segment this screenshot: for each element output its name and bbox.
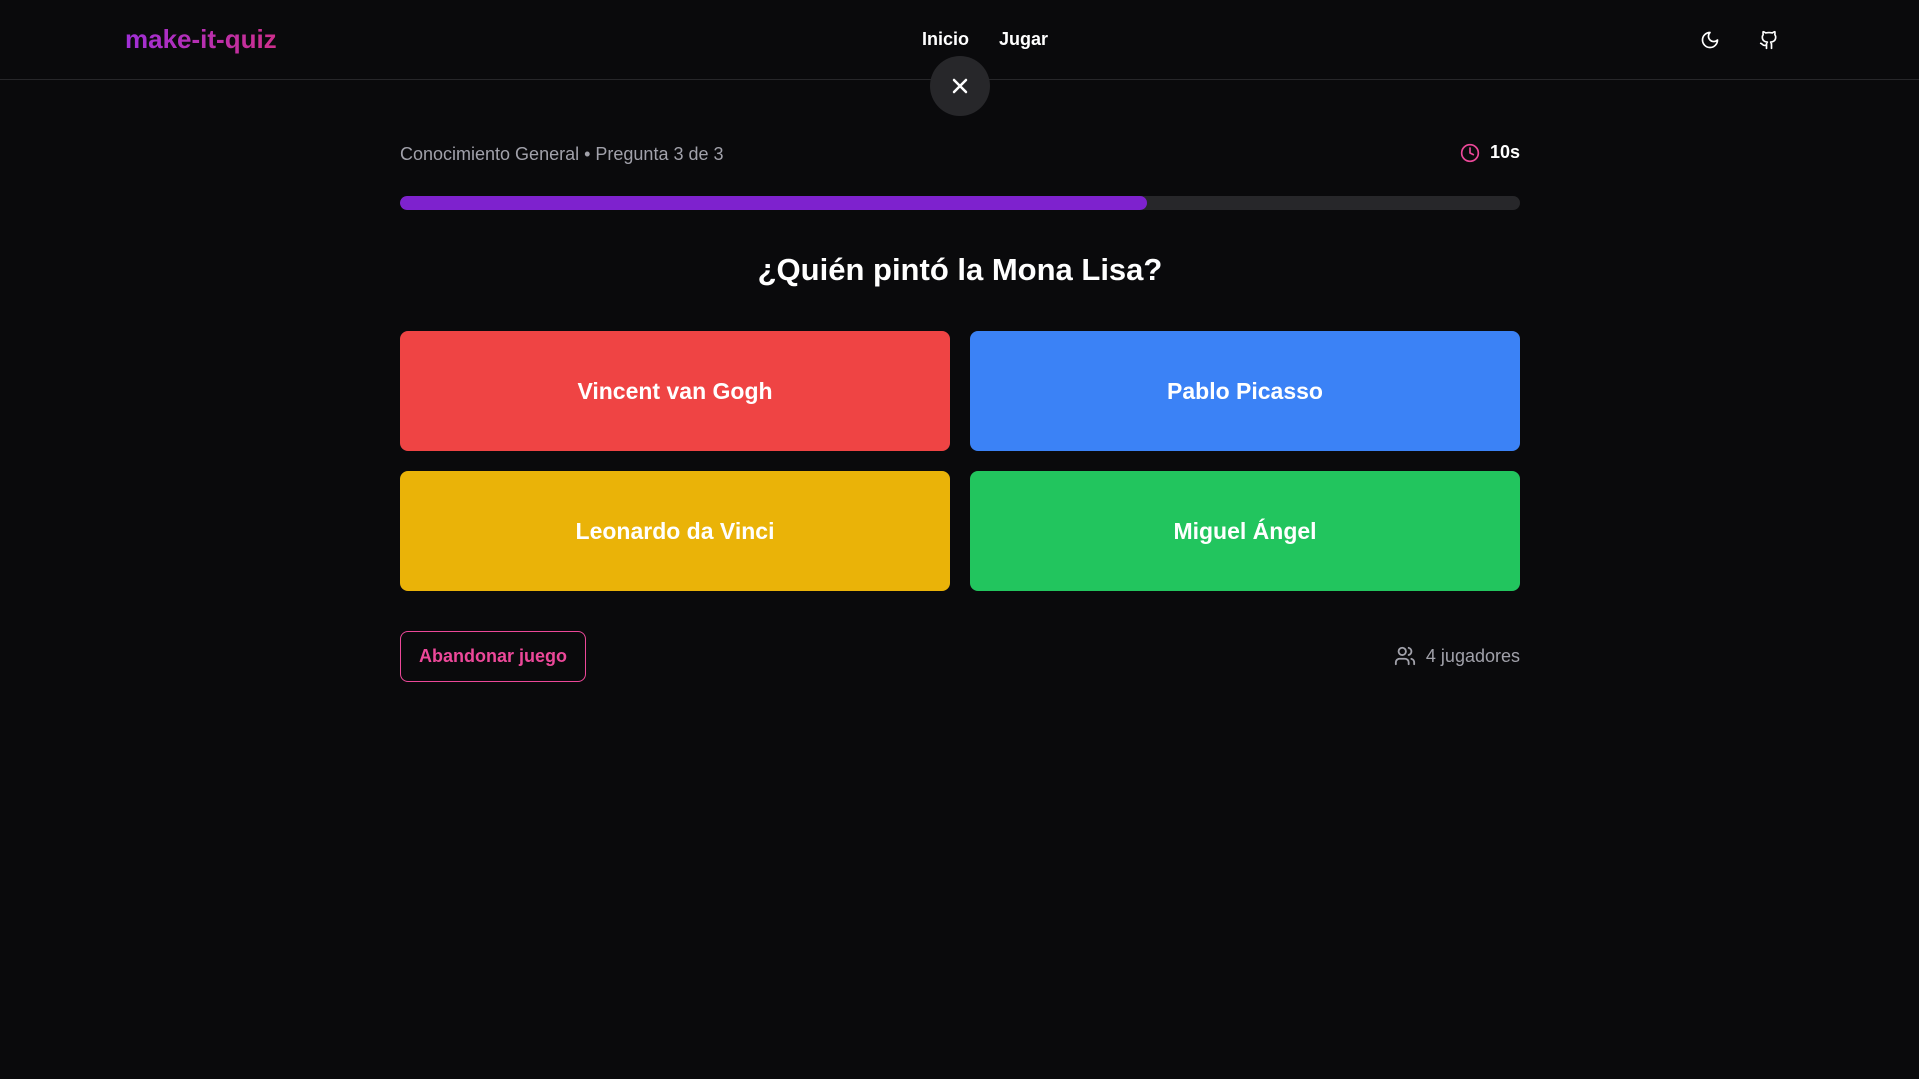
quiz-meta: Conocimiento General • Pregunta 3 de 3 (400, 144, 724, 164)
answer-option-2[interactable]: Pablo Picasso (970, 331, 1520, 451)
answer-option-4[interactable]: Miguel Ángel (970, 471, 1520, 591)
github-link[interactable] (1755, 26, 1783, 54)
leave-game-button[interactable]: Abandonar juego (400, 631, 586, 682)
close-icon (952, 78, 968, 94)
players-count: 4 jugadores (1394, 645, 1520, 667)
timer: 10s (1460, 142, 1520, 163)
close-quiz-button[interactable] (930, 56, 990, 116)
moon-icon (1701, 31, 1719, 49)
players-label: 4 jugadores (1425, 645, 1520, 666)
answer-option-1[interactable]: Vincent van Gogh (400, 331, 950, 451)
timer-value: 10s (1489, 142, 1520, 162)
quiz-meta-row: Conocimiento General • Pregunta 3 de 3 1… (400, 142, 1520, 166)
github-icon (1759, 30, 1777, 50)
main-nav: Inicio Jugar (922, 29, 1048, 50)
progress-bar (400, 196, 1520, 210)
answer-option-3[interactable]: Leonardo da Vinci (400, 471, 950, 591)
logo[interactable]: make-it-quiz (125, 24, 277, 55)
question-text: ¿Quién pintó la Mona Lisa? (757, 252, 1163, 287)
theme-toggle-button[interactable] (1696, 26, 1724, 54)
nav-link-inicio[interactable]: Inicio (922, 29, 969, 50)
answer-grid: Vincent van Gogh Pablo Picasso Leonardo … (400, 331, 1520, 591)
progress-fill (400, 196, 1148, 210)
clock-icon (1460, 143, 1480, 162)
nav-link-jugar[interactable]: Jugar (999, 29, 1048, 50)
users-icon (1394, 646, 1416, 666)
